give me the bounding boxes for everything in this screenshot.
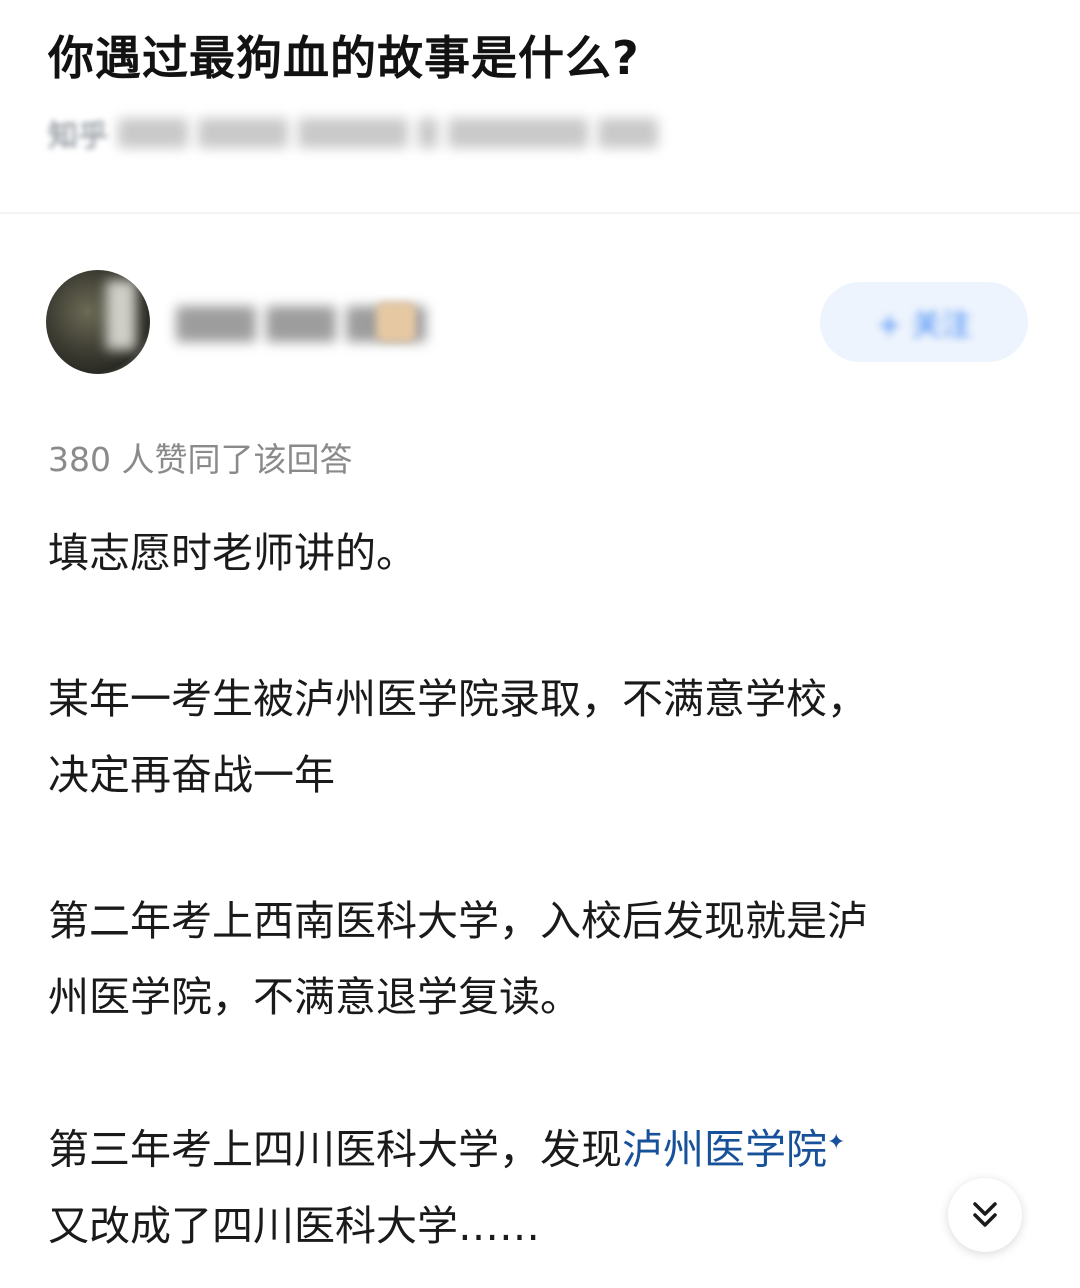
source-label: 知乎 [48,119,108,154]
answer-paragraph: 某年一考生被泸州医学院录取，不满意学校， 决定再奋战一年 [48,661,1038,813]
vote-count: 380 人赞同了该回答 [48,440,353,479]
avatar[interactable] [46,270,150,374]
answer-paragraph: 填志愿时老师讲的。 [48,515,1038,591]
header-divider [0,212,1080,214]
question-title: 你遇过最狗血的故事是什么? [48,31,640,85]
blurred-text [298,118,408,148]
blurred-text [266,306,336,342]
answer-line: 填志愿时老师讲的。 [48,529,417,577]
expand-button[interactable] [948,1178,1022,1252]
search-link[interactable]: 泸州医学院 [622,1126,827,1174]
follow-button[interactable]: + 关注 [820,282,1028,362]
answer-body: 填志愿时老师讲的。 某年一考生被泸州医学院录取，不满意学校， 决定再奋战一年 第… [48,515,1038,1264]
answer-line: 州医学院，不满意退学复读。 [48,973,581,1021]
answer-paragraph: 第二年考上西南医科大学，入校后发现就是泸 州医学院，不满意退学复读。 [48,883,1038,1035]
answer-line: 又改成了四川医科大学…… [48,1201,540,1250]
blurred-text [198,118,288,148]
author-name[interactable] [176,298,466,346]
answer-line-text: 第三年考上四川医科大学，发现 [48,1125,622,1174]
blurred-text [448,118,588,148]
answer-line: 某年一考生被泸州医学院录取，不满意学校， [48,675,868,723]
author-badge-icon [376,302,416,342]
answer-line: 决定再奋战一年 [48,751,335,799]
question-source: 知乎 [48,110,808,156]
follow-label: + 关注 [876,308,972,343]
answer-line: 第二年考上西南医科大学，入校后发现就是泸 [48,897,868,945]
search-link-icon: ✦ [827,1130,846,1155]
chevrons-down-icon [973,1202,997,1227]
answer-line: 第三年考上四川医科大学，发现泸州医学院✦ [48,1105,1038,1188]
blurred-text [118,118,188,148]
author-row: + 关注 [46,270,1036,380]
blurred-text [598,118,658,148]
answer-paragraph: 第三年考上四川医科大学，发现泸州医学院✦ 又改成了四川医科大学…… [48,1105,1038,1264]
blurred-text [176,306,256,342]
blurred-text [418,118,438,148]
